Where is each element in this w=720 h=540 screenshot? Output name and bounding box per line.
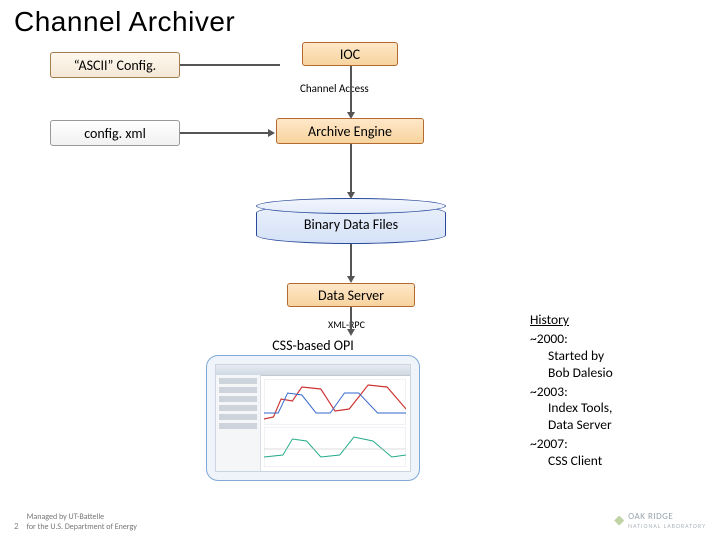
ioc-node: IOC <box>302 42 398 66</box>
history-year-1: ~2003: <box>530 384 700 401</box>
arrowhead-icon <box>268 129 275 137</box>
arrow-ascii-right <box>180 64 280 66</box>
history-line: Bob Dalesio <box>548 365 700 382</box>
archive-engine-node: Archive Engine <box>276 118 424 144</box>
arrowhead-icon <box>347 112 355 119</box>
leaf-icon <box>614 516 624 526</box>
footer: 2 Managed by UT-Battelle for the U.S. De… <box>14 512 137 532</box>
binary-data-files-node: Binary Data Files <box>256 204 446 244</box>
css-opi-label: CSS-based OPI <box>207 337 419 354</box>
arrow-dataserver-opi <box>350 307 352 331</box>
ascii-config-node: “ASCII” Config. <box>50 52 180 78</box>
binary-data-files-label: Binary Data Files <box>304 216 398 233</box>
history-line: Index Tools, <box>548 400 700 417</box>
page-number: 2 <box>14 521 19 532</box>
history-panel: History ~2000: Started by Bob Dalesio ~2… <box>530 312 700 470</box>
arrow-ioc-engine <box>350 66 352 116</box>
footer-line1: Managed by UT-Battelle <box>27 512 105 522</box>
page-title: Channel Archiver <box>14 6 235 38</box>
opi-screenshot-mock <box>215 364 411 472</box>
arrow-binary-dataserver <box>350 244 352 278</box>
arrow-configxml-engine <box>180 132 270 134</box>
logo-sub: NATIONAL LABORATORY <box>628 522 706 530</box>
footer-line2: for the U.S. Department of Energy <box>27 522 137 532</box>
arrowhead-icon <box>347 276 355 283</box>
arrowhead-icon <box>347 192 355 199</box>
oak-ridge-logo: OAK RIDGE NATIONAL LABORATORY <box>614 511 706 530</box>
history-year-2: ~2007: <box>530 436 700 453</box>
arrowhead-icon <box>347 329 355 336</box>
data-server-node: Data Server <box>287 283 415 307</box>
history-heading: History <box>530 312 700 329</box>
config-xml-node: config. xml <box>50 120 180 146</box>
history-line: Started by <box>548 348 700 365</box>
history-line: CSS Client <box>548 453 700 470</box>
css-opi-node: CSS-based OPI <box>206 355 420 481</box>
history-line: Data Server <box>548 417 700 434</box>
channel-access-label: Channel Access <box>300 82 369 95</box>
arrow-engine-binary <box>350 144 352 194</box>
logo-name: OAK RIDGE <box>628 511 673 522</box>
history-year-0: ~2000: <box>530 331 700 348</box>
